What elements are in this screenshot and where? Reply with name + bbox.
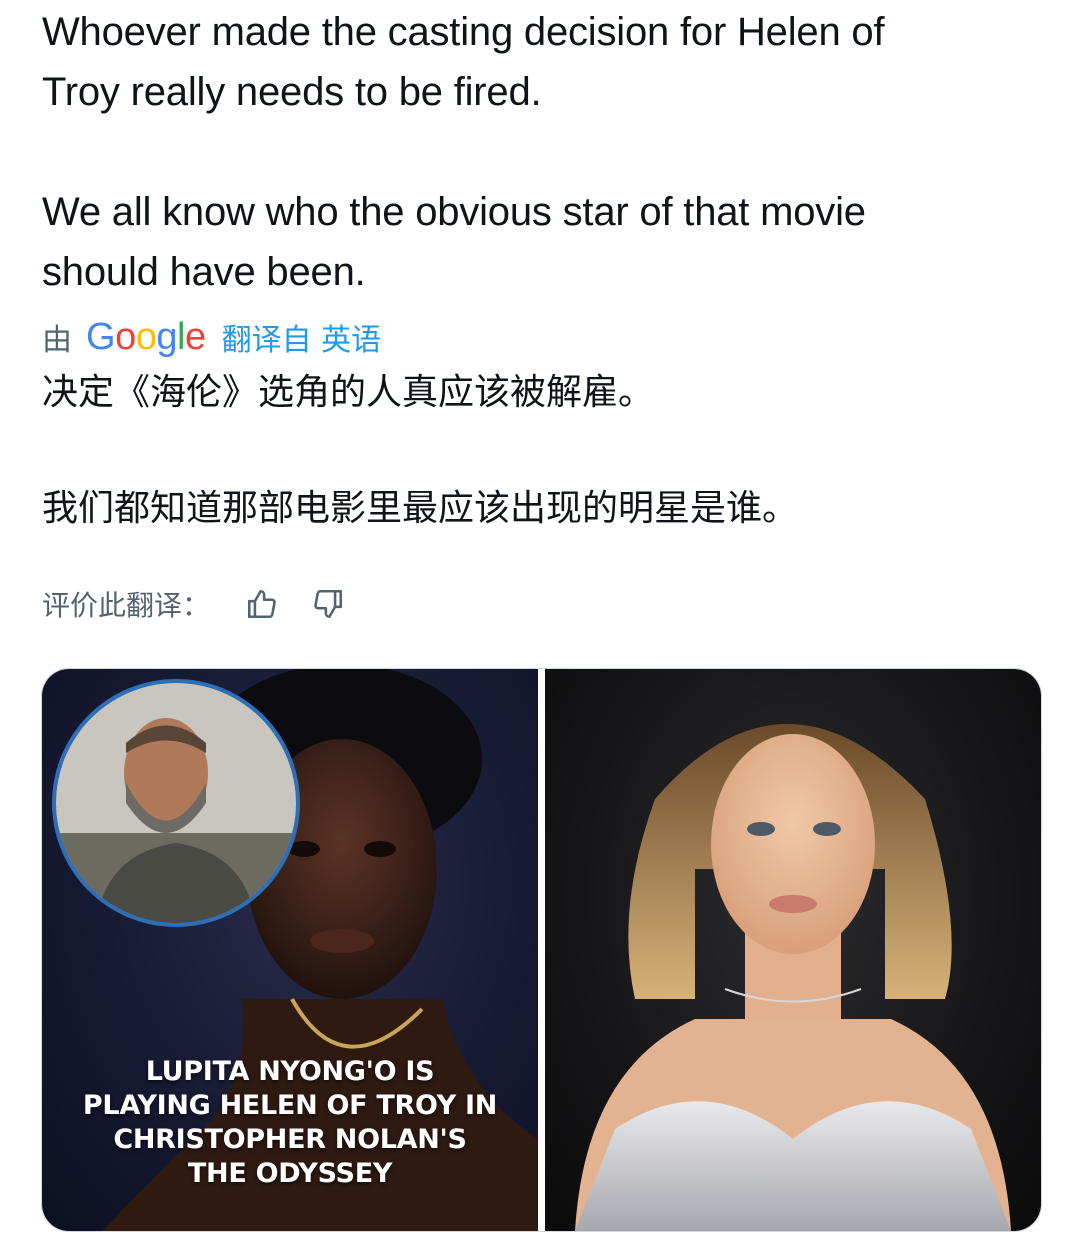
google-logo: Google [86,316,206,358]
translated-by-label: 由 [42,323,72,358]
media-divider [538,669,545,1231]
thumbs-down-icon [314,589,343,619]
media-photo-left[interactable]: LUPITA NYONG'O IS PLAYING HELEN OF TROY … [42,669,538,1231]
rate-translation-row: 评价此翻译： [42,580,1042,628]
tweet-text: Whoever made the casting decision for He… [42,10,885,294]
inset-photo-circle [52,679,300,927]
translated-from-link[interactable]: 翻译自 英语 [222,315,382,359]
thumbs-down-button[interactable] [310,586,346,622]
translation-attribution: 由 Google 翻译自 英语 [42,314,1042,360]
photo-caption: LUPITA NYONG'O IS PLAYING HELEN OF TROY … [82,1056,498,1189]
media-photo-right[interactable] [545,669,1041,1231]
portrait-illustration-right [575,724,1011,1231]
thumbs-up-button[interactable] [244,586,280,622]
media-grid: LUPITA NYONG'O IS PLAYING HELEN OF TROY … [41,668,1042,1232]
rate-translation-label: 评价此翻译： [42,589,211,622]
inset-portrait-illustration [56,683,296,923]
translation-text: 决定《海伦》选角的人真应该被解雇。 我们都知道那部电影里最应该出现的明星是谁。 [42,372,799,529]
thumbs-up-icon [247,589,276,619]
post: Whoever made the casting decision for He… [42,0,1042,628]
